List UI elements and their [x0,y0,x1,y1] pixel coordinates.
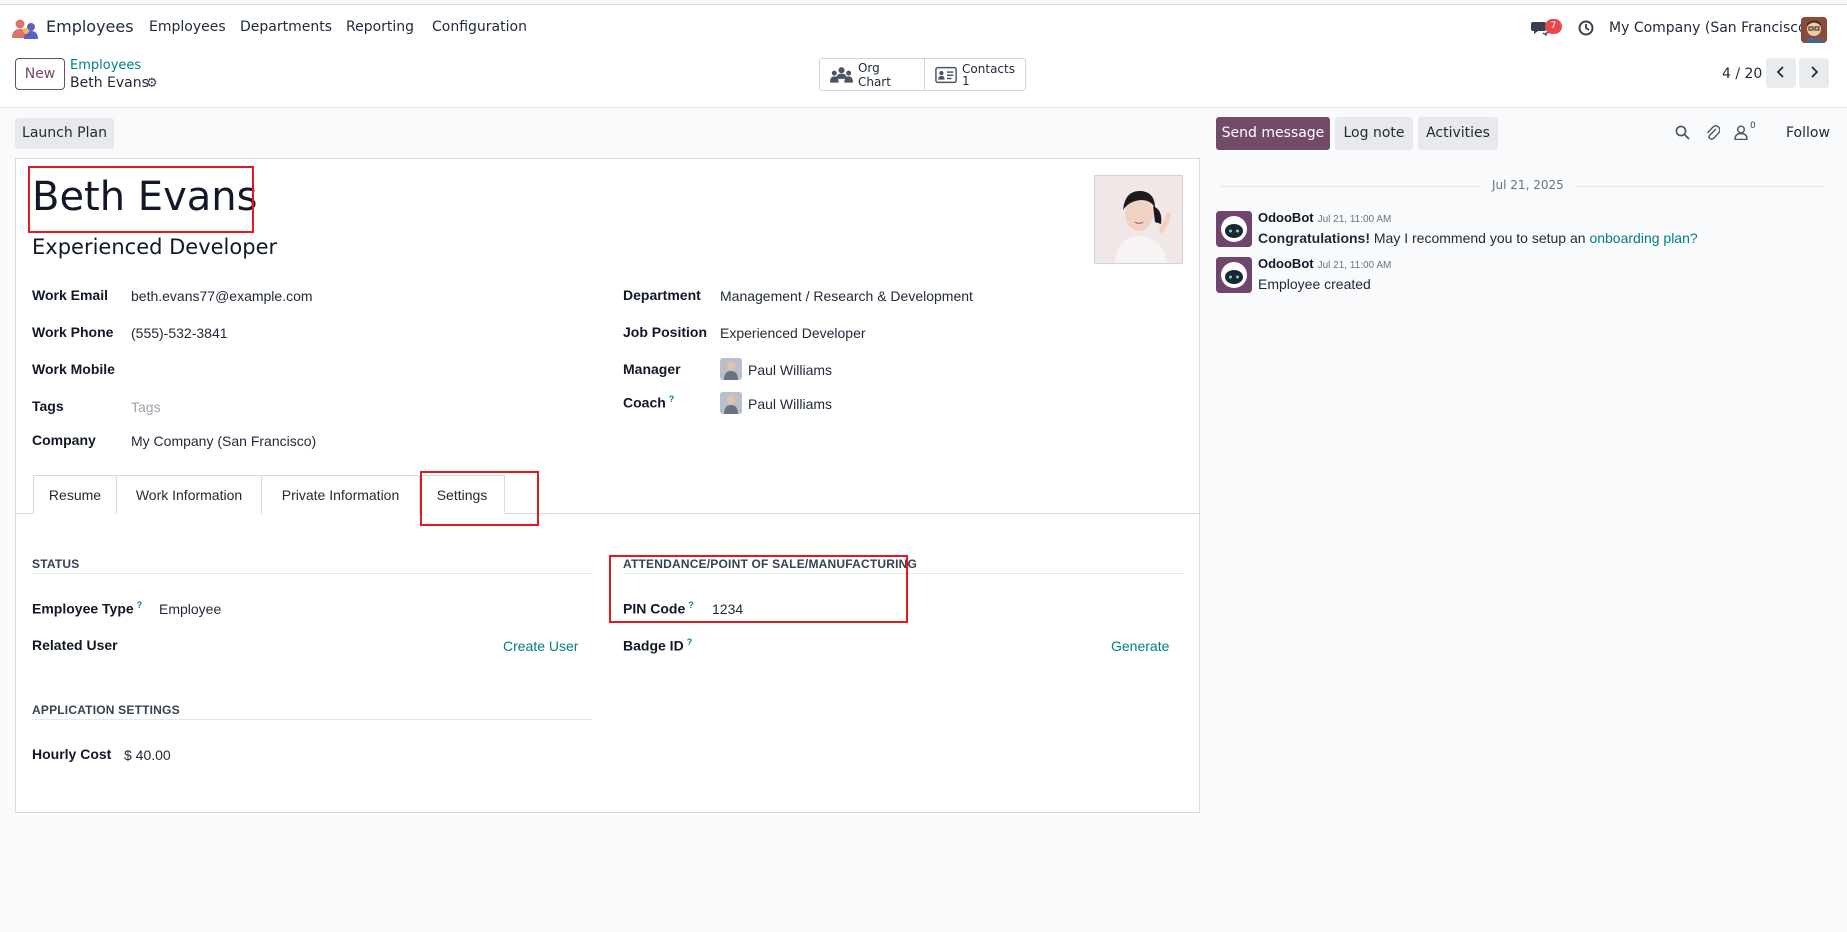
message-author[interactable]: OdooBot Jul 21, 11:00 AM [1258,256,1391,271]
menu-configuration[interactable]: Configuration [432,19,527,35]
work-phone-value[interactable]: (555)-532-3841 [131,325,228,341]
application-settings-divider [32,719,592,720]
contacts-label: Contacts [962,61,1015,76]
chevron-left-icon [1776,66,1784,78]
hourly-cost-value[interactable]: $ 40.00 [124,747,171,763]
highlight-box-name [28,166,254,233]
odoobot-avatar[interactable] [1216,257,1252,293]
contacts-button[interactable]: Contacts 1 [924,59,1025,90]
related-user-label: Related User [32,637,118,653]
job-position-label: Job Position [623,324,707,340]
log-note-button[interactable]: Log note [1335,117,1413,150]
message-date: Jul 21, 11:00 AM [1317,214,1392,225]
gear-icon[interactable]: ⚙ [146,76,158,91]
message-body: Employee created [1258,276,1371,292]
activity-clock-icon[interactable] [1578,20,1594,36]
job-title-field[interactable]: Experienced Developer [32,235,277,259]
tab-resume[interactable]: Resume [33,475,117,514]
tab-work-information[interactable]: Work Information [116,475,262,514]
control-panel: New Employees Beth Evans ⚙ Org Chart Con… [0,50,1847,108]
work-email-label: Work Email [32,287,108,303]
contact-card-icon [935,66,957,83]
manager-value[interactable]: Paul Williams [748,362,832,378]
work-email-value[interactable]: beth.evans77@example.com [131,288,313,304]
employees-app-icon[interactable] [11,18,41,40]
manager-label: Manager [623,361,681,377]
pager-next-button[interactable] [1799,58,1829,88]
job-position-value[interactable]: Experienced Developer [720,325,866,341]
tags-label: Tags [32,398,64,414]
company-label: Company [32,432,96,448]
hourly-cost-label: Hourly Cost [32,746,112,762]
chevron-right-icon [1811,66,1819,78]
coach-avatar[interactable] [720,392,742,414]
badge-id-help-icon[interactable]: ? [687,637,693,647]
followers-icon[interactable] [1734,125,1748,140]
generate-badge-button[interactable]: Generate [1111,638,1169,654]
coach-help-icon[interactable]: ? [669,394,675,404]
breadcrumb-current: Beth Evans [70,75,149,91]
org-chart-button[interactable]: Org Chart [820,59,924,90]
message-author[interactable]: OdooBot Jul 21, 11:00 AM [1258,210,1391,225]
badge-id-label: Badge ID? [623,637,693,654]
work-mobile-label: Work Mobile [32,361,115,377]
employee-photo[interactable] [1094,175,1183,264]
app-name[interactable]: Employees [46,17,134,36]
employee-type-help-icon[interactable]: ? [137,600,143,610]
date-separator: Jul 21, 2025 [1480,178,1576,192]
work-phone-label: Work Phone [32,324,114,340]
department-label: Department [623,287,701,303]
contacts-count: 1 [962,73,970,88]
menu-employees[interactable]: Employees [149,19,226,35]
manager-avatar[interactable] [720,358,742,380]
employee-type-label: Employee Type? [32,600,143,617]
follow-button[interactable]: Follow [1786,125,1830,141]
odoobot-avatar[interactable] [1216,211,1252,247]
search-icon[interactable] [1675,125,1690,140]
tab-private-information[interactable]: Private Information [261,475,420,514]
follower-count: 0 [1750,121,1756,131]
new-button[interactable]: New [15,58,65,90]
top-navbar: Employees Employees Departments Reportin… [0,4,1847,50]
message-date: Jul 21, 11:00 AM [1317,260,1392,271]
org-chart-icon [830,66,853,83]
message-body: Congratulations! May I recommend you to … [1258,230,1698,246]
breadcrumb-employees[interactable]: Employees [70,58,141,73]
highlight-box-settings-tab [420,471,539,526]
org-chart-label: Org Chart [857,60,891,89]
tags-input[interactable]: Tags [131,399,161,415]
paperclip-icon[interactable] [1705,124,1720,141]
status-section-divider [32,573,592,574]
message-count-badge: 7 [1545,19,1562,34]
employee-type-value[interactable]: Employee [159,601,221,617]
menu-reporting[interactable]: Reporting [346,19,414,35]
application-settings-section-title: APPLICATION SETTINGS [32,703,180,717]
user-avatar[interactable] [1801,17,1827,43]
smart-buttons: Org Chart Contacts 1 [819,58,1026,91]
launch-plan-button[interactable]: Launch Plan [15,118,114,149]
company-value[interactable]: My Company (San Francisco) [131,433,316,449]
highlight-box-pin-code [609,555,908,623]
department-value[interactable]: Management / Research & Development [720,288,973,304]
coach-value[interactable]: Paul Williams [748,396,832,412]
onboarding-plan-link[interactable]: onboarding plan? [1589,230,1697,246]
company-switcher[interactable]: My Company (San Francisco) [1609,20,1812,36]
status-section-title: STATUS [32,557,80,571]
menu-departments[interactable]: Departments [240,19,332,35]
work-mobile-input[interactable] [131,362,581,380]
pager-previous-button[interactable] [1766,58,1796,88]
pager-value[interactable]: 4 / 20 [1722,66,1762,82]
activities-button[interactable]: Activities [1418,117,1498,150]
coach-label: Coach? [623,394,675,411]
create-user-button[interactable]: Create User [503,638,578,654]
send-message-button[interactable]: Send message [1216,117,1330,150]
